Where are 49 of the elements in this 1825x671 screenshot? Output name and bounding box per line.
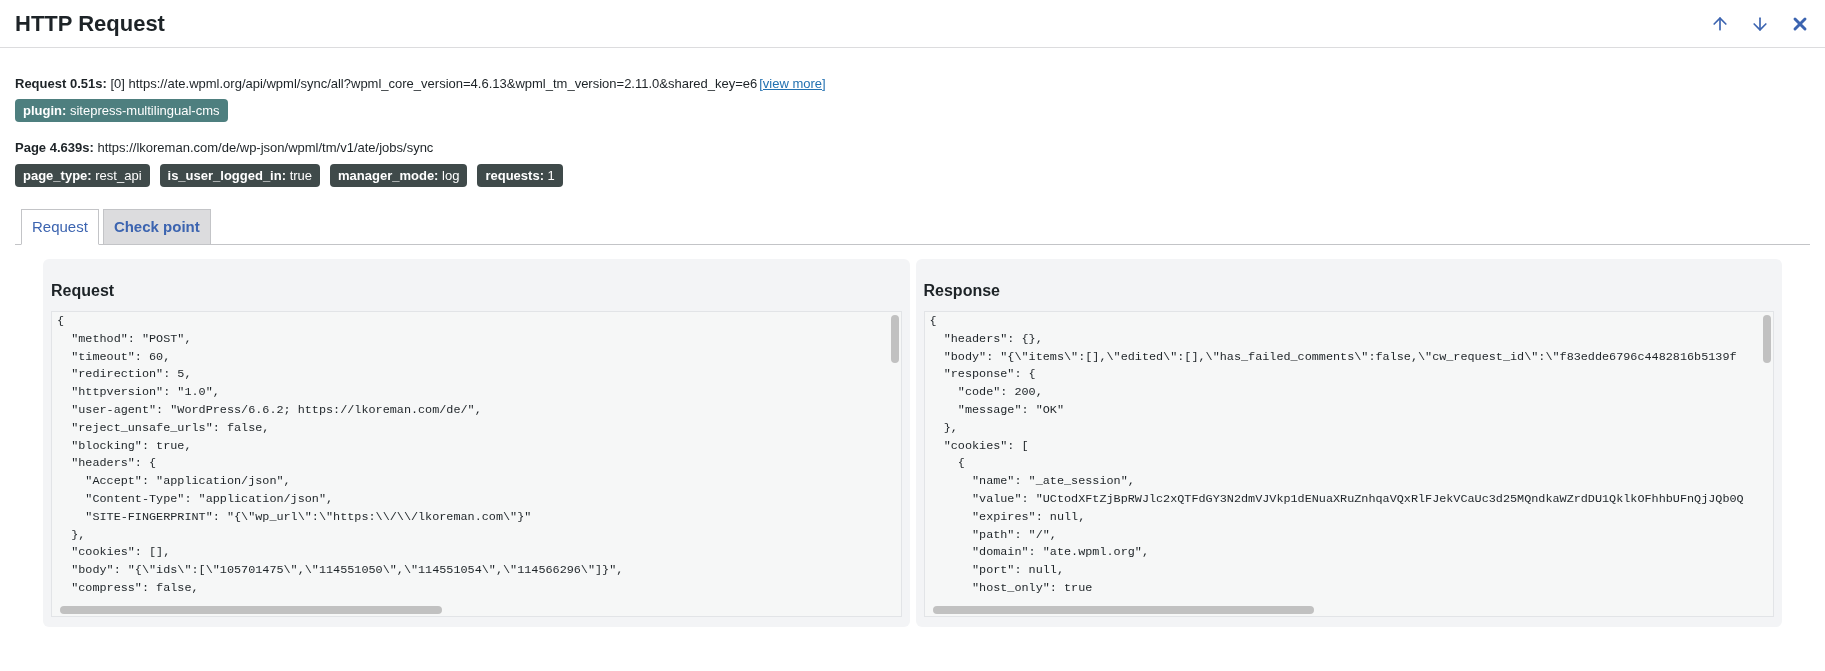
code-line: }, xyxy=(70,526,86,544)
code-line: "compress": false, xyxy=(70,579,199,597)
code-line: "SITE-FINGERPRINT": "{\"wp_url\":\"https:\\/\\/lkoreman.com\"}" xyxy=(84,508,532,526)
code-line: "message": "OK" xyxy=(956,402,1064,419)
vertical-scrollbar[interactable] xyxy=(1763,315,1771,363)
code-line: "blocking": true, xyxy=(70,437,192,455)
code-line: "method": "POST", xyxy=(70,330,192,348)
code-line: "domain": "ate.wpml.org", xyxy=(970,544,1149,562)
code-line: "cookies": [ xyxy=(942,437,1029,455)
code-line: "headers": {}, xyxy=(942,330,1043,348)
tag: page_type: rest_api xyxy=(15,163,150,187)
code-line: "reject_unsafe_urls": false, xyxy=(70,419,270,437)
code-line: "name": "_ate_session", xyxy=(970,473,1135,491)
panel-title: Request xyxy=(51,281,116,301)
horizontal-scrollbar[interactable] xyxy=(932,606,1315,614)
code-line: "body": "{\"ids\":[\"105701475\",\"114551050\",\"114551054\",\"114566296\"]}", xyxy=(70,562,624,580)
code-line: "port": null, xyxy=(970,562,1064,580)
code-line: { xyxy=(57,313,65,330)
code-line: "path": "/", xyxy=(970,526,1057,544)
code-line: { xyxy=(929,313,937,330)
tab[interactable]: Request xyxy=(21,209,99,245)
code-line: "value": "UCtodXFtZjBpRWJlc2xQTFdGY3N2dmVJVkp1dENuaXRuZnhqaVQxRlFJekVCaUc3d25MQndkaWZrdDU1QklkOFhhbUFnQjJQb0Q xyxy=(970,490,1744,508)
code-line: "body": "{\"items\":[],\"edited\":[],\"has_failed_comments\":false,\"cw_request_id\":\"f83edde6796c4482816b5139f xyxy=(942,348,1737,366)
tag: requests: 1 xyxy=(477,163,563,187)
code-line: "headers": { xyxy=(70,455,157,473)
panel-title: Response xyxy=(923,281,1001,301)
window-title: HTTP Request xyxy=(15,10,165,38)
code-line: "user-agent": "WordPress/6.6.2; https://lkoreman.com/de/", xyxy=(70,402,482,419)
tag: plugin: sitepress-multilingual-cms xyxy=(15,98,228,122)
view-more-link[interactable]: [view more] xyxy=(759,76,826,91)
tab[interactable]: Check point xyxy=(102,209,211,245)
vertical-scrollbar[interactable] xyxy=(890,315,899,363)
code-line: "expires": null, xyxy=(970,508,1086,526)
tag: manager_mode: log xyxy=(330,163,468,187)
horizontal-scrollbar[interactable] xyxy=(60,606,442,614)
code-line: "host_only": true xyxy=(970,579,1093,597)
code-line: }, xyxy=(942,419,958,437)
code-line: "Accept": "application/json", xyxy=(84,473,291,491)
code-line: { xyxy=(956,455,965,473)
code-line: "httpversion": "1.0", xyxy=(70,384,220,402)
code-line: "response": { xyxy=(942,366,1036,384)
code-line: "code": 200, xyxy=(956,384,1043,402)
code-line: "Content-Type": "application/json", xyxy=(84,490,334,508)
code-line: "cookies": [], xyxy=(70,544,171,562)
code-line: "timeout": 60, xyxy=(70,348,171,366)
page-info: Page 4.639s: https://lkoreman.com/de/wp-json/wpml/tm/v1/ate/jobs/sync xyxy=(15,139,435,157)
code-line: "redirection": 5, xyxy=(70,366,192,384)
tag: is_user_logged_in: true xyxy=(159,163,321,187)
request-info: Request 0.51s: [0] https://ate.wpml.org/api/wpml/sync/all?wpml_core_version=4.6.13&wpml_tm_version=2.11.0&shared_key=e6[view more] xyxy=(15,75,827,93)
